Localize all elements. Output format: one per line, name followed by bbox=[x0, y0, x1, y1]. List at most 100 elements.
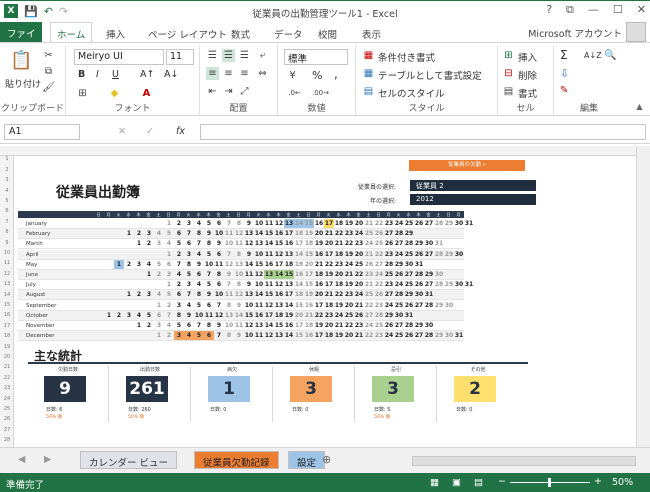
align-bottom-icon[interactable]: ☰ bbox=[238, 49, 251, 62]
day-number[interactable]: 12 bbox=[244, 322, 254, 329]
align-middle-icon[interactable]: ☰ bbox=[222, 49, 235, 62]
day-number[interactable]: 1 bbox=[164, 220, 174, 227]
day-number[interactable]: 4 bbox=[194, 251, 204, 258]
sort-filter-button[interactable]: A↓Z bbox=[584, 51, 602, 60]
day-number[interactable]: 18 bbox=[284, 261, 294, 268]
day-number[interactable]: 26 bbox=[404, 332, 414, 339]
day-number[interactable]: 22 bbox=[324, 261, 334, 268]
maximize-button[interactable]: ☐ bbox=[613, 3, 623, 17]
day-number[interactable]: 6 bbox=[174, 230, 184, 237]
day-number[interactable]: 20 bbox=[324, 240, 334, 247]
day-number[interactable]: 22 bbox=[374, 281, 384, 288]
day-number[interactable]: 13 bbox=[274, 332, 284, 339]
underline-button[interactable]: U bbox=[112, 69, 119, 80]
tab-data[interactable]: データ bbox=[268, 24, 309, 42]
day-number[interactable]: 20 bbox=[344, 302, 354, 309]
day-number[interactable]: 27 bbox=[374, 261, 384, 268]
day-number[interactable]: 7 bbox=[164, 312, 174, 319]
horizontal-scrollbar[interactable] bbox=[412, 456, 636, 466]
day-number[interactable]: 29 bbox=[404, 230, 414, 237]
day-number[interactable]: 19 bbox=[314, 240, 324, 247]
day-number[interactable]: 26 bbox=[414, 251, 424, 258]
day-number[interactable]: 11 bbox=[224, 291, 234, 298]
row-number[interactable]: 25 bbox=[0, 406, 14, 412]
day-number[interactable]: 1 bbox=[154, 302, 164, 309]
day-number[interactable]: 21 bbox=[324, 291, 334, 298]
day-number[interactable]: 7 bbox=[214, 332, 224, 339]
day-number[interactable]: 5 bbox=[164, 291, 174, 298]
day-number[interactable]: 10 bbox=[244, 302, 254, 309]
day-number[interactable]: 15 bbox=[304, 281, 314, 288]
day-number[interactable]: 8 bbox=[184, 261, 194, 268]
day-number[interactable]: 14 bbox=[294, 220, 304, 227]
day-number[interactable]: 14 bbox=[264, 240, 274, 247]
day-number[interactable]: 29 bbox=[444, 281, 454, 288]
row-number[interactable]: 28 bbox=[0, 437, 14, 443]
day-number[interactable]: 29 bbox=[444, 251, 454, 258]
day-number[interactable]: 23 bbox=[384, 251, 394, 258]
row-number[interactable]: 17 bbox=[0, 323, 14, 329]
day-number[interactable]: 9 bbox=[194, 261, 204, 268]
day-number[interactable]: 24 bbox=[354, 291, 364, 298]
day-number[interactable]: 8 bbox=[224, 302, 234, 309]
day-number[interactable]: 24 bbox=[394, 281, 404, 288]
day-number[interactable]: 5 bbox=[194, 302, 204, 309]
day-number[interactable]: 18 bbox=[294, 230, 304, 237]
day-number[interactable]: 10 bbox=[234, 271, 244, 278]
day-number[interactable]: 19 bbox=[304, 291, 314, 298]
day-number[interactable]: 7 bbox=[194, 240, 204, 247]
format-cells-button[interactable]: 書式 bbox=[518, 86, 537, 100]
day-number[interactable]: 17 bbox=[324, 281, 334, 288]
day-number[interactable]: 7 bbox=[214, 302, 224, 309]
day-number[interactable]: 28 bbox=[414, 271, 424, 278]
day-number[interactable]: 31 bbox=[404, 312, 414, 319]
day-number[interactable]: 6 bbox=[214, 281, 224, 288]
day-number[interactable]: 4 bbox=[154, 291, 164, 298]
day-number[interactable]: 24 bbox=[384, 332, 394, 339]
align-top-icon[interactable]: ☰ bbox=[206, 49, 219, 62]
day-number[interactable]: 26 bbox=[364, 261, 374, 268]
tab-view[interactable]: 表示 bbox=[356, 24, 387, 42]
day-number[interactable]: 5 bbox=[204, 251, 214, 258]
day-number[interactable]: 7 bbox=[194, 322, 204, 329]
day-number[interactable]: 24 bbox=[394, 251, 404, 258]
day-number[interactable]: 2 bbox=[144, 322, 154, 329]
zoom-level[interactable]: 50% bbox=[612, 477, 633, 488]
day-number[interactable]: 22 bbox=[344, 240, 354, 247]
day-number[interactable]: 16 bbox=[314, 251, 324, 258]
day-number[interactable]: 24 bbox=[344, 261, 354, 268]
copy-icon[interactable]: ⧉ bbox=[42, 65, 55, 78]
day-number[interactable]: 9 bbox=[204, 291, 214, 298]
day-number[interactable]: 3 bbox=[164, 271, 174, 278]
day-number[interactable]: 30 bbox=[444, 332, 454, 339]
day-number[interactable]: 10 bbox=[194, 312, 204, 319]
day-number[interactable]: 1 bbox=[134, 322, 144, 329]
day-number[interactable]: 13 bbox=[244, 230, 254, 237]
day-number[interactable]: 13 bbox=[224, 312, 234, 319]
day-number[interactable]: 14 bbox=[254, 291, 264, 298]
day-number[interactable]: 3 bbox=[124, 312, 134, 319]
day-number[interactable]: 25 bbox=[384, 271, 394, 278]
day-number[interactable]: 19 bbox=[344, 281, 354, 288]
day-number[interactable]: 26 bbox=[354, 312, 364, 319]
day-number[interactable]: 22 bbox=[354, 271, 364, 278]
day-number[interactable]: 8 bbox=[204, 322, 214, 329]
day-number[interactable]: 13 bbox=[234, 261, 244, 268]
next-sheet-icon[interactable]: ▶ bbox=[44, 454, 51, 465]
day-number[interactable]: 8 bbox=[234, 281, 244, 288]
day-number[interactable]: 24 bbox=[364, 240, 374, 247]
row-number[interactable]: 10 bbox=[0, 250, 14, 256]
day-number[interactable]: 15 bbox=[244, 312, 254, 319]
day-number[interactable]: 7 bbox=[184, 291, 194, 298]
row-number[interactable]: 23 bbox=[0, 385, 14, 391]
day-number[interactable]: 21 bbox=[324, 230, 334, 237]
day-number[interactable]: 27 bbox=[364, 312, 374, 319]
ribbon-display-button[interactable]: ⧉ bbox=[566, 3, 574, 17]
day-number[interactable]: 17 bbox=[274, 261, 284, 268]
day-number[interactable]: 22 bbox=[374, 220, 384, 227]
row-number[interactable]: 7 bbox=[0, 219, 14, 225]
day-number[interactable]: 17 bbox=[264, 312, 274, 319]
day-number[interactable]: 31 bbox=[464, 281, 474, 288]
sheet-tab[interactable]: 設定 bbox=[288, 451, 326, 469]
day-number[interactable]: 15 bbox=[264, 230, 274, 237]
